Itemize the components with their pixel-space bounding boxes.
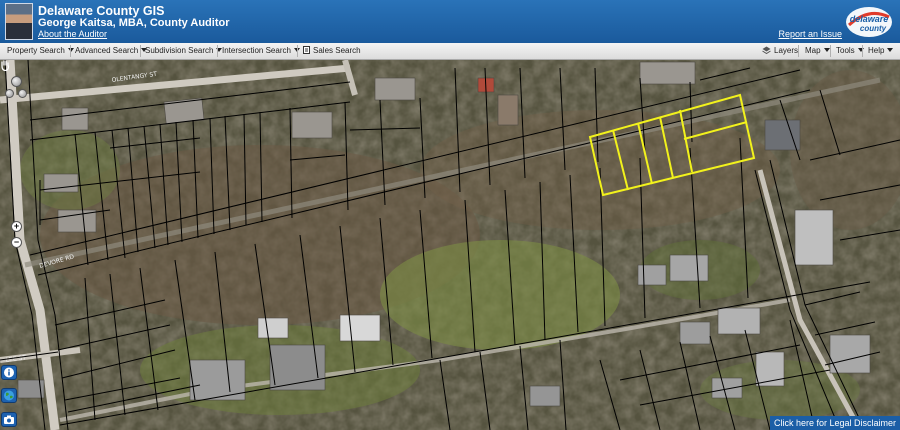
pan-right-icon[interactable] xyxy=(18,89,27,98)
help-menu[interactable]: Help xyxy=(868,46,894,55)
globe-icon[interactable] xyxy=(11,76,22,87)
legal-disclaimer-link[interactable]: Click here for Legal Disclaimer xyxy=(769,416,900,430)
info-icon xyxy=(4,367,14,378)
globe-view-button[interactable] xyxy=(1,388,17,403)
hand-pan-icon[interactable] xyxy=(0,60,10,71)
zoom-out-button[interactable]: − xyxy=(11,237,22,248)
sales-search-button[interactable]: Sales Search xyxy=(303,46,361,55)
intersection-search-menu[interactable]: Intersection Search xyxy=(222,46,300,55)
auditor-name: George Kaitsa, MBA, County Auditor xyxy=(38,17,230,29)
advanced-search-menu[interactable]: Advanced Search xyxy=(75,46,148,55)
tools-menu[interactable]: Tools xyxy=(836,46,864,55)
property-search-menu[interactable]: Property Search xyxy=(7,46,74,55)
camera-icon xyxy=(4,415,14,424)
info-button[interactable] xyxy=(1,365,17,380)
pan-left-icon[interactable] xyxy=(5,89,14,98)
svg-text:delaware: delaware xyxy=(850,14,889,24)
app-header: Delaware County GIS George Kaitsa, MBA, … xyxy=(0,0,900,43)
earth-icon xyxy=(4,390,14,401)
chevron-down-icon xyxy=(823,48,830,52)
layers-button[interactable]: Layers xyxy=(762,46,798,55)
map-viewport[interactable]: OLENTANGY ST DEVORE RD LEE ST + − Click … xyxy=(0,60,900,430)
main-toolbar: Property Search Advanced Search Subdivis… xyxy=(0,43,900,60)
chevron-down-icon xyxy=(887,48,894,52)
subdivision-search-menu[interactable]: Subdivision Search xyxy=(145,46,223,55)
aerial-imagery: OLENTANGY ST DEVORE RD LEE ST xyxy=(0,60,900,430)
about-auditor-link[interactable]: About the Auditor xyxy=(38,29,107,39)
auditor-photo xyxy=(5,3,33,40)
layers-icon xyxy=(762,46,771,54)
camera-button[interactable] xyxy=(1,412,17,427)
svg-text:county: county xyxy=(860,24,887,33)
zoom-in-button[interactable]: + xyxy=(11,221,22,232)
delaware-county-logo: delaware county xyxy=(846,7,892,37)
document-icon xyxy=(303,46,310,54)
app-title: Delaware County GIS xyxy=(38,4,165,18)
report-issue-link[interactable]: Report an Issue xyxy=(778,29,842,39)
map-menu[interactable]: Map xyxy=(805,46,830,55)
